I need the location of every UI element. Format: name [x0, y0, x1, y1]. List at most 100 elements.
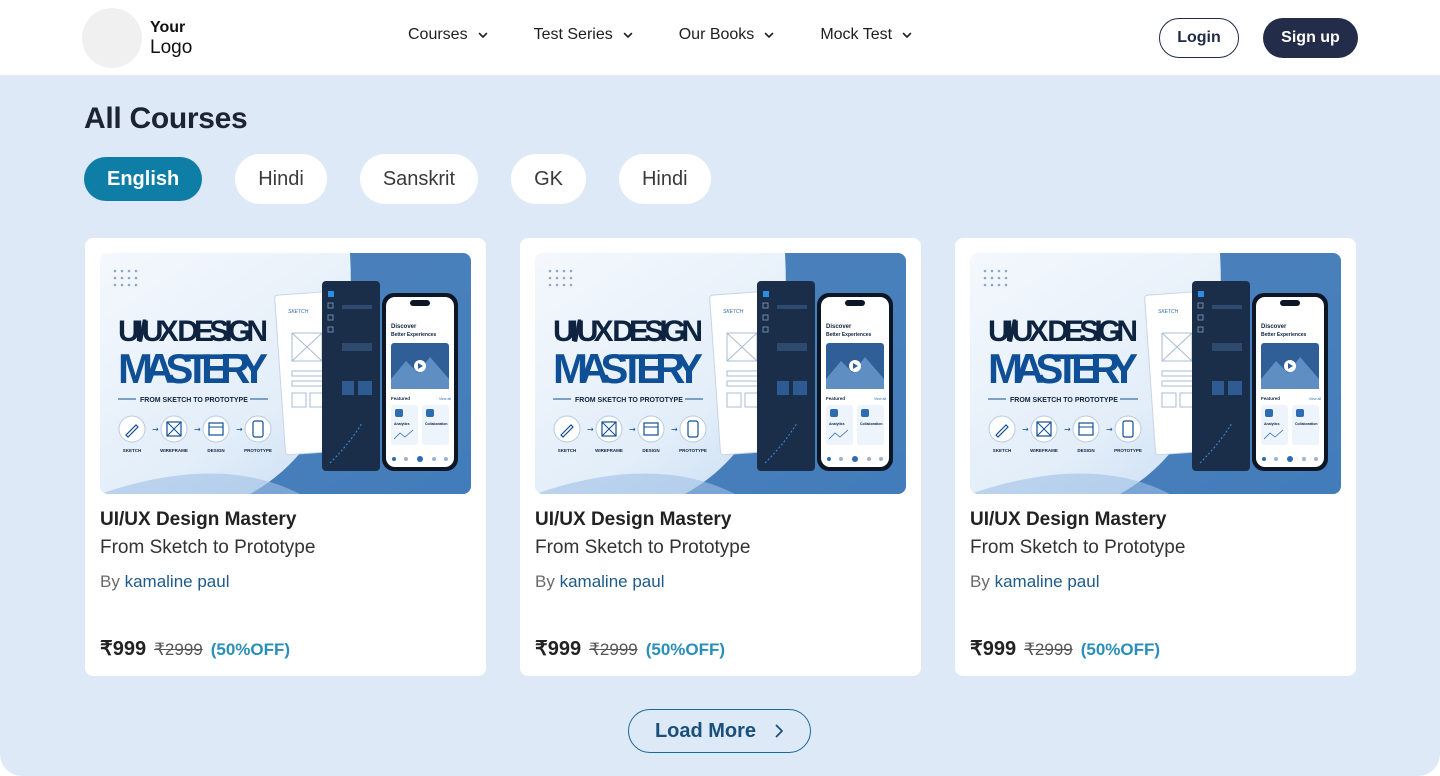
author-prefix: By: [970, 572, 990, 591]
thumb-headline-1: UI/UX DESIGN: [118, 315, 268, 348]
course-card[interactable]: UI/UX DESIGN MASTERY FROM SKETCH TO PROT…: [520, 238, 921, 676]
svg-text:→: →: [1064, 425, 1071, 434]
phone-heading: Discover: [826, 324, 852, 330]
course-thumbnail[interactable]: UI/UX DESIGN MASTERY FROM SKETCH TO PROT…: [970, 253, 1341, 494]
chevron-down-icon: [765, 32, 774, 38]
logo-circle: [82, 8, 142, 68]
price-discount: (50%OFF): [210, 640, 291, 659]
phone-tile-label: Analytics: [1264, 422, 1280, 426]
main-nav: Courses Test Series Our Books Mock Test: [408, 26, 958, 44]
author-name[interactable]: kamaline paul: [560, 572, 665, 591]
course-thumbnail[interactable]: UI/UX DESIGN MASTERY FROM SKETCH TO PROT…: [100, 253, 471, 494]
step-label: WIREFRAME: [595, 448, 623, 453]
chevron-down-icon: [623, 32, 633, 38]
login-button[interactable]: Login: [1159, 18, 1239, 58]
price-discount: (50%OFF): [1080, 640, 1161, 659]
svg-text:→: →: [1106, 425, 1113, 434]
load-more-label: Load More: [654, 719, 757, 742]
filter-chip-english[interactable]: English: [84, 157, 203, 201]
nav-label: Courses: [408, 26, 468, 43]
step-label: WIREFRAME: [160, 448, 188, 453]
author-name[interactable]: kamaline paul: [125, 572, 230, 591]
load-more-button[interactable]: Load More: [628, 709, 811, 753]
filter-chip-sanskrit[interactable]: Sanskrit: [359, 154, 479, 204]
logo-line-1: Your: [150, 19, 186, 36]
nav-label: Our Books: [678, 26, 755, 43]
phone-tile-label: Analytics: [394, 422, 410, 426]
course-title[interactable]: UI/UX Design Mastery: [970, 509, 1166, 531]
thumb-tagline: FROM SKETCH TO PROTOTYPE: [575, 397, 683, 404]
phone-heading: Discover: [391, 324, 417, 330]
nav-our-books[interactable]: Our Books: [679, 26, 775, 44]
author-prefix: By: [100, 572, 120, 591]
chevron-right-icon: [775, 724, 783, 738]
phone-view-all: View all: [874, 397, 886, 401]
thumb-headline-1: UI/UX DESIGN: [553, 315, 703, 348]
signup-button[interactable]: Sign up: [1263, 18, 1358, 58]
step-label: PROTOTYPE: [679, 448, 707, 453]
sketch-note: SKETCH: [288, 309, 309, 315]
filter-chip-hindi[interactable]: Hindi: [235, 154, 327, 204]
chevron-down-icon: [478, 32, 487, 38]
phone-featured: Featured: [391, 396, 410, 401]
course-grid: UI/UX DESIGN MASTERY FROM SKETCH TO PROT…: [85, 238, 1356, 676]
course-thumbnail-art: UI/UX DESIGN MASTERY FROM SKETCH TO PROT…: [535, 253, 906, 494]
course-title[interactable]: UI/UX Design Mastery: [535, 509, 731, 531]
phone-heading-2: Better Experiences: [1261, 332, 1307, 338]
filter-chip-hindi-2[interactable]: Hindi: [618, 154, 711, 204]
phone-featured: Featured: [1261, 396, 1280, 401]
logo-line-2: Logo: [150, 37, 193, 58]
nav-courses[interactable]: Courses: [408, 26, 488, 44]
design-app-panel: [322, 281, 380, 471]
svg-text:→: →: [587, 425, 594, 434]
course-card[interactable]: UI/UX DESIGN MASTERY FROM SKETCH TO PROT…: [955, 238, 1356, 676]
logo-text: Your Logo: [150, 18, 192, 58]
design-app-panel: [1192, 281, 1250, 471]
price-original: ₹2999: [1024, 640, 1073, 659]
phone-mockup: Discover Better Experiences Featured Vie…: [817, 293, 893, 471]
course-thumbnail[interactable]: UI/UX DESIGN MASTERY FROM SKETCH TO PROT…: [535, 253, 906, 494]
sketch-note: SKETCH: [1158, 309, 1179, 315]
phone-tile-label: Collaboration: [425, 422, 448, 426]
thumb-tagline: FROM SKETCH TO PROTOTYPE: [1010, 397, 1118, 404]
chevron-down-icon: [902, 32, 912, 38]
sketch-note: SKETCH: [723, 309, 744, 315]
price-discount: (50%OFF): [645, 640, 726, 659]
svg-text:→: →: [629, 425, 636, 434]
phone-featured: Featured: [826, 396, 845, 401]
nav-test-series[interactable]: Test Series: [534, 26, 633, 44]
svg-text:→: →: [1022, 425, 1029, 434]
course-author: By kamaline paul: [535, 572, 664, 592]
author-name[interactable]: kamaline paul: [995, 572, 1100, 591]
course-title[interactable]: UI/UX Design Mastery: [100, 509, 296, 531]
thumb-headline-1: UI/UX DESIGN: [988, 315, 1138, 348]
author-prefix: By: [535, 572, 555, 591]
language-filters: English Hindi Sanskrit GK Hindi: [84, 154, 744, 204]
nav-label: Mock Test: [820, 26, 893, 43]
price-current: ₹999: [970, 638, 1017, 660]
step-label: PROTOTYPE: [244, 448, 272, 453]
svg-text:→: →: [194, 425, 201, 434]
filter-chip-gk[interactable]: GK: [511, 154, 586, 204]
phone-view-all: View all: [439, 397, 451, 401]
phone-tile-label: Analytics: [829, 422, 845, 426]
price-row: ₹999 ₹2999 (50%OFF): [535, 636, 725, 661]
price-row: ₹999 ₹2999 (50%OFF): [970, 636, 1160, 661]
step-label: SKETCH: [993, 448, 1012, 453]
design-app-panel: [757, 281, 815, 471]
thumb-headline-2: MASTERY: [553, 345, 703, 392]
course-card[interactable]: UI/UX DESIGN MASTERY FROM SKETCH TO PROT…: [85, 238, 486, 676]
phone-heading-2: Better Experiences: [826, 332, 872, 338]
logo[interactable]: Your Logo: [82, 8, 192, 68]
nav-mock-test[interactable]: Mock Test: [820, 26, 912, 44]
step-label: SKETCH: [123, 448, 142, 453]
step-label: PROTOTYPE: [1114, 448, 1142, 453]
price-original: ₹2999: [154, 640, 203, 659]
phone-heading-2: Better Experiences: [391, 332, 437, 338]
course-thumbnail-art: UI/UX DESIGN MASTERY FROM SKETCH TO PROT…: [970, 253, 1341, 494]
price-original: ₹2999: [589, 640, 638, 659]
price-current: ₹999: [100, 638, 147, 660]
course-subtitle: From Sketch to Prototype: [535, 537, 751, 558]
phone-heading: Discover: [1261, 324, 1287, 330]
courses-panel: All Courses English Hindi Sanskrit GK Hi…: [0, 76, 1440, 776]
